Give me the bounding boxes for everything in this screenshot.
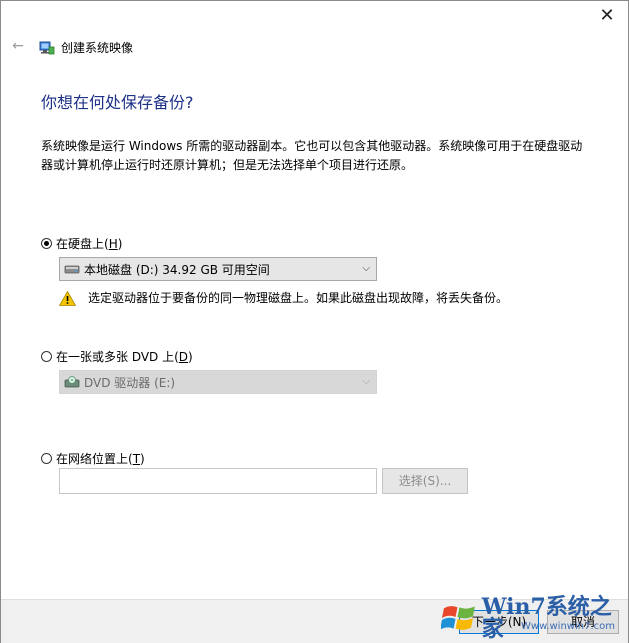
browse-button[interactable]: 选择(S)... bbox=[382, 468, 468, 494]
watermark-text: Win7系统之家 bbox=[481, 594, 612, 642]
hard-drive-icon bbox=[64, 265, 80, 274]
dvd-dropdown[interactable]: DVD 驱动器 (E:) ⌵ bbox=[59, 370, 377, 394]
radio-hard-disk-indicator[interactable] bbox=[41, 238, 52, 249]
radio-network-indicator[interactable] bbox=[41, 453, 52, 464]
radio-dvd[interactable]: 在一张或多张 DVD 上(D) bbox=[41, 348, 193, 365]
network-location-input[interactable] bbox=[59, 468, 377, 494]
dialog-window: ✕ ← 创建系统映像 你想在何处保存备份? 系统映像是运行 Windows 所需… bbox=[0, 0, 629, 643]
radio-hard-disk[interactable]: 在硬盘上(H) bbox=[41, 235, 122, 252]
windows-logo-icon bbox=[441, 606, 475, 630]
window-title: 创建系统映像 bbox=[61, 41, 134, 55]
close-button[interactable]: ✕ bbox=[594, 5, 620, 27]
radio-dvd-indicator[interactable] bbox=[41, 351, 52, 362]
radio-network[interactable]: 在网络位置上(T) bbox=[41, 450, 145, 467]
title-bar: ← 创建系统映像 bbox=[1, 35, 628, 61]
radio-dvd-label: 在一张或多张 DVD 上(D) bbox=[56, 350, 193, 364]
warning-icon bbox=[59, 291, 76, 306]
page-heading: 你想在何处保存备份? bbox=[41, 93, 194, 112]
warning-text: 选定驱动器位于要备份的同一物理磁盘上。如果此磁盘出现故障，将丢失备份。 bbox=[88, 291, 509, 305]
dvd-drive-icon bbox=[64, 376, 80, 388]
same-disk-warning: 选定驱动器位于要备份的同一物理磁盘上。如果此磁盘出现故障，将丢失备份。 bbox=[59, 289, 508, 306]
dvd-dropdown-value: DVD 驱动器 (E:) bbox=[84, 375, 176, 390]
radio-hard-disk-label: 在硬盘上(H) bbox=[56, 237, 123, 251]
watermark-url: Www.winwin7.com bbox=[521, 621, 615, 632]
page-description: 系统映像是运行 Windows 所需的驱动器副本。它也可以包含其他驱动器。系统映… bbox=[41, 139, 583, 172]
site-watermark: Win7系统之家 bbox=[441, 595, 629, 641]
back-arrow-icon: ← bbox=[12, 38, 24, 54]
close-icon: ✕ bbox=[599, 5, 615, 26]
backup-app-icon bbox=[39, 41, 55, 55]
back-button[interactable]: ← bbox=[9, 37, 27, 55]
radio-network-label: 在网络位置上(T) bbox=[56, 452, 145, 466]
chevron-down-icon: ⌵ bbox=[362, 376, 370, 387]
hard-disk-dropdown[interactable]: 本地磁盘 (D:) 34.92 GB 可用空间 ⌵ bbox=[59, 257, 377, 281]
hard-disk-dropdown-value: 本地磁盘 (D:) 34.92 GB 可用空间 bbox=[84, 262, 270, 277]
chevron-down-icon: ⌵ bbox=[362, 263, 370, 274]
